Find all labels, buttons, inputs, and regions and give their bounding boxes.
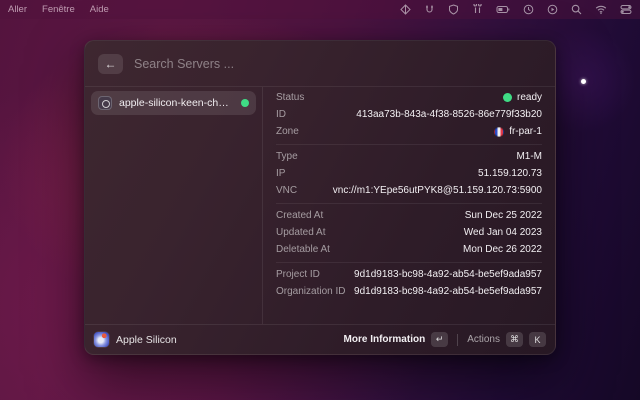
detail-row-deletable-at: Deletable At Mon Dec 26 2022: [276, 241, 542, 258]
command-keycap: ⌘: [506, 332, 523, 347]
battery-icon[interactable]: [496, 4, 510, 15]
detail-row-id: ID 413aa73b-843a-4f38-8526-86e779f33b20: [276, 106, 542, 123]
menubar-status-icons: [400, 4, 632, 15]
detail-label: Project ID: [276, 269, 320, 280]
server-list: apple-silicon-keen-chaplygin: [85, 87, 263, 324]
k-keycap: K: [529, 332, 546, 347]
detail-value: ready: [517, 92, 542, 103]
detail-value: vnc://m1:YEpe56utPYK8@51.159.120.73:5900: [333, 185, 542, 196]
menubar: Aller Fenêtre Aide: [0, 0, 640, 19]
detail-label: ID: [276, 109, 286, 120]
menu-aide[interactable]: Aide: [90, 4, 109, 15]
detail-label: VNC: [276, 185, 297, 196]
server-name: apple-silicon-keen-chaplygin: [119, 97, 234, 109]
actions-button[interactable]: Actions: [467, 334, 500, 345]
control-center-icon[interactable]: [620, 4, 632, 15]
airpods-icon[interactable]: [472, 4, 483, 15]
detail-label: Organization ID: [276, 286, 345, 297]
prism-icon[interactable]: [400, 4, 411, 15]
detail-label: Updated At: [276, 227, 325, 238]
detail-value: 413aa73b-843a-4f38-8526-86e779f33b20: [356, 109, 542, 120]
detail-value: 9d1d9183-bc98-4a92-ab54-be5ef9ada957: [354, 269, 542, 280]
detail-value: 51.159.120.73: [478, 168, 542, 179]
detail-label: Zone: [276, 126, 299, 137]
menubar-menus: Aller Fenêtre Aide: [8, 4, 109, 15]
menu-fenetre[interactable]: Fenêtre: [42, 4, 75, 15]
group-separator: [276, 144, 542, 145]
group-separator: [276, 262, 542, 263]
footer-divider: [457, 334, 458, 346]
status-ready-dot: [503, 93, 512, 102]
detail-row-ip: IP 51.159.120.73: [276, 165, 542, 182]
detail-row-created-at: Created At Sun Dec 25 2022: [276, 207, 542, 224]
launcher-window: ← Search Servers ... apple-silicon-keen-…: [84, 40, 556, 355]
window-header: ← Search Servers ...: [85, 41, 555, 87]
back-button[interactable]: ←: [98, 54, 123, 74]
more-information-button[interactable]: More Information: [344, 334, 426, 345]
detail-value: fr-par-1: [509, 126, 542, 137]
wifi-icon[interactable]: [595, 4, 607, 15]
footer-actions: More Information ↵ Actions ⌘ K: [344, 332, 546, 347]
apple-silicon-app-icon: [94, 332, 109, 347]
shield-icon[interactable]: [448, 4, 459, 15]
detail-value: Wed Jan 04 2023: [464, 227, 542, 238]
detail-label: Type: [276, 151, 298, 162]
detail-label: Status: [276, 92, 304, 103]
detail-row-status: Status ready: [276, 89, 542, 106]
detail-row-zone: Zone fr-par-1: [276, 123, 542, 140]
record-icon[interactable]: [547, 4, 558, 15]
search-icon[interactable]: [571, 4, 582, 15]
menu-aller[interactable]: Aller: [8, 4, 27, 15]
detail-row-updated-at: Updated At Wed Jan 04 2023: [276, 224, 542, 241]
detail-value: Sun Dec 25 2022: [465, 210, 542, 221]
server-status-dot: [241, 99, 249, 107]
detail-value: 9d1d9183-bc98-4a92-ab54-be5ef9ada957: [354, 286, 542, 297]
detail-row-vnc: VNC vnc://m1:YEpe56utPYK8@51.159.120.73:…: [276, 182, 542, 199]
server-icon: [98, 96, 112, 110]
list-item-server[interactable]: apple-silicon-keen-chaplygin: [91, 91, 256, 115]
mouse-cursor-dot: [581, 79, 586, 84]
app-name: Apple Silicon: [116, 334, 177, 346]
detail-label: Deletable At: [276, 244, 330, 255]
detail-row-project-id: Project ID 9d1d9183-bc98-4a92-ab54-be5ef…: [276, 266, 542, 283]
clock-icon[interactable]: [523, 4, 534, 15]
window-body: apple-silicon-keen-chaplygin Status read…: [85, 87, 555, 324]
detail-label: IP: [276, 168, 285, 179]
server-details-panel: Status ready ID 413aa73b-843a-4f38-8526-…: [263, 87, 555, 324]
detail-label: Created At: [276, 210, 323, 221]
return-keycap: ↵: [431, 332, 448, 347]
search-input[interactable]: Search Servers ...: [134, 57, 542, 71]
detail-row-type: Type M1-M: [276, 148, 542, 165]
france-flag-icon: [494, 127, 504, 137]
window-footer: Apple Silicon More Information ↵ Actions…: [85, 324, 555, 354]
group-separator: [276, 203, 542, 204]
detail-row-organization-id: Organization ID 9d1d9183-bc98-4a92-ab54-…: [276, 283, 542, 300]
detail-value: Mon Dec 26 2022: [463, 244, 542, 255]
magnet-icon[interactable]: [424, 4, 435, 15]
detail-value: M1-M: [516, 151, 542, 162]
